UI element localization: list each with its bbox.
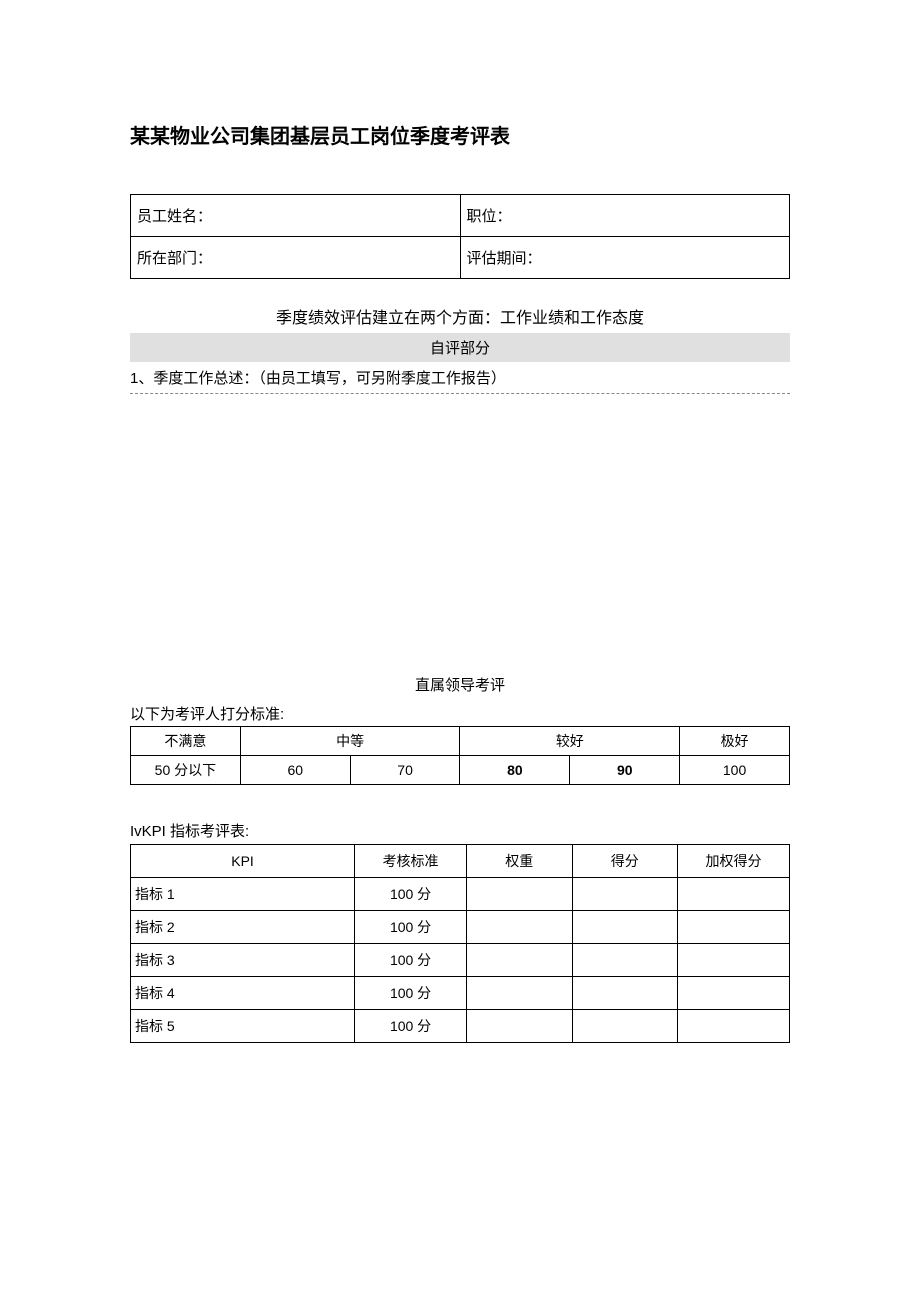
kpi-header-standard: 考核标准 bbox=[355, 845, 467, 878]
kpi-table-label: IvKPI 指标考评表: bbox=[130, 820, 790, 841]
self-eval-header: 自评部分 bbox=[130, 333, 790, 362]
kpi-weight bbox=[467, 911, 572, 944]
score-value-5: 100 bbox=[680, 756, 790, 785]
kpi-name: 指标 3 bbox=[131, 944, 355, 977]
evaluation-period-label: 评估期间： bbox=[460, 237, 790, 279]
leader-eval-title: 直属领导考评 bbox=[130, 674, 790, 695]
kpi-weighted bbox=[677, 944, 789, 977]
kpi-standard: 100 分 bbox=[355, 1010, 467, 1043]
table-row: 指标 2 100 分 bbox=[131, 911, 790, 944]
kpi-score bbox=[572, 977, 677, 1010]
kpi-standard: 100 分 bbox=[355, 911, 467, 944]
position-label: 职位： bbox=[460, 195, 790, 237]
kpi-weight bbox=[467, 1010, 572, 1043]
kpi-score bbox=[572, 944, 677, 977]
kpi-header-kpi: KPI bbox=[131, 845, 355, 878]
score-header-good: 较好 bbox=[460, 727, 680, 756]
scoring-standard-label: 以下为考评人打分标准: bbox=[130, 703, 790, 724]
score-header-excellent: 极好 bbox=[680, 727, 790, 756]
kpi-name: 指标 2 bbox=[131, 911, 355, 944]
kpi-weighted bbox=[677, 911, 789, 944]
info-table: 员工姓名： 职位： 所在部门： 评估期间： bbox=[130, 194, 790, 279]
kpi-header-weight: 权重 bbox=[467, 845, 572, 878]
table-row: 指标 1 100 分 bbox=[131, 878, 790, 911]
kpi-score bbox=[572, 878, 677, 911]
kpi-header-score: 得分 bbox=[572, 845, 677, 878]
employee-name-label: 员工姓名： bbox=[131, 195, 461, 237]
score-value-2: 70 bbox=[350, 756, 460, 785]
kpi-score bbox=[572, 1010, 677, 1043]
table-row: 指标 4 100 分 bbox=[131, 977, 790, 1010]
department-label: 所在部门： bbox=[131, 237, 461, 279]
kpi-name: 指标 4 bbox=[131, 977, 355, 1010]
score-header-unsatisfactory: 不满意 bbox=[131, 727, 241, 756]
score-value-4: 90 bbox=[570, 756, 680, 785]
score-value-1: 60 bbox=[240, 756, 350, 785]
score-value-3: 80 bbox=[460, 756, 570, 785]
page-title: 某某物业公司集团基层员工岗位季度考评表 bbox=[130, 120, 790, 149]
kpi-weight bbox=[467, 944, 572, 977]
kpi-standard: 100 分 bbox=[355, 944, 467, 977]
kpi-weight bbox=[467, 977, 572, 1010]
kpi-header-weighted: 加权得分 bbox=[677, 845, 789, 878]
table-row: 指标 5 100 分 bbox=[131, 1010, 790, 1043]
kpi-weighted bbox=[677, 977, 789, 1010]
kpi-score bbox=[572, 911, 677, 944]
kpi-weighted bbox=[677, 878, 789, 911]
scoring-standard-table: 不满意 中等 较好 极好 50 分以下 60 70 80 90 100 bbox=[130, 726, 790, 785]
kpi-standard: 100 分 bbox=[355, 977, 467, 1010]
score-value-0: 50 分以下 bbox=[131, 756, 241, 785]
kpi-standard: 100 分 bbox=[355, 878, 467, 911]
score-header-medium: 中等 bbox=[240, 727, 460, 756]
evaluation-subtitle: 季度绩效评估建立在两个方面：工作业绩和工作态度 bbox=[130, 304, 790, 328]
kpi-weighted bbox=[677, 1010, 789, 1043]
kpi-table: KPI 考核标准 权重 得分 加权得分 指标 1 100 分 指标 2 100 … bbox=[130, 844, 790, 1043]
kpi-weight bbox=[467, 878, 572, 911]
kpi-name: 指标 5 bbox=[131, 1010, 355, 1043]
work-summary-instruction: 1、季度工作总述：（由员工填写，可另附季度工作报告） bbox=[130, 362, 790, 394]
table-row: 指标 3 100 分 bbox=[131, 944, 790, 977]
kpi-name: 指标 1 bbox=[131, 878, 355, 911]
